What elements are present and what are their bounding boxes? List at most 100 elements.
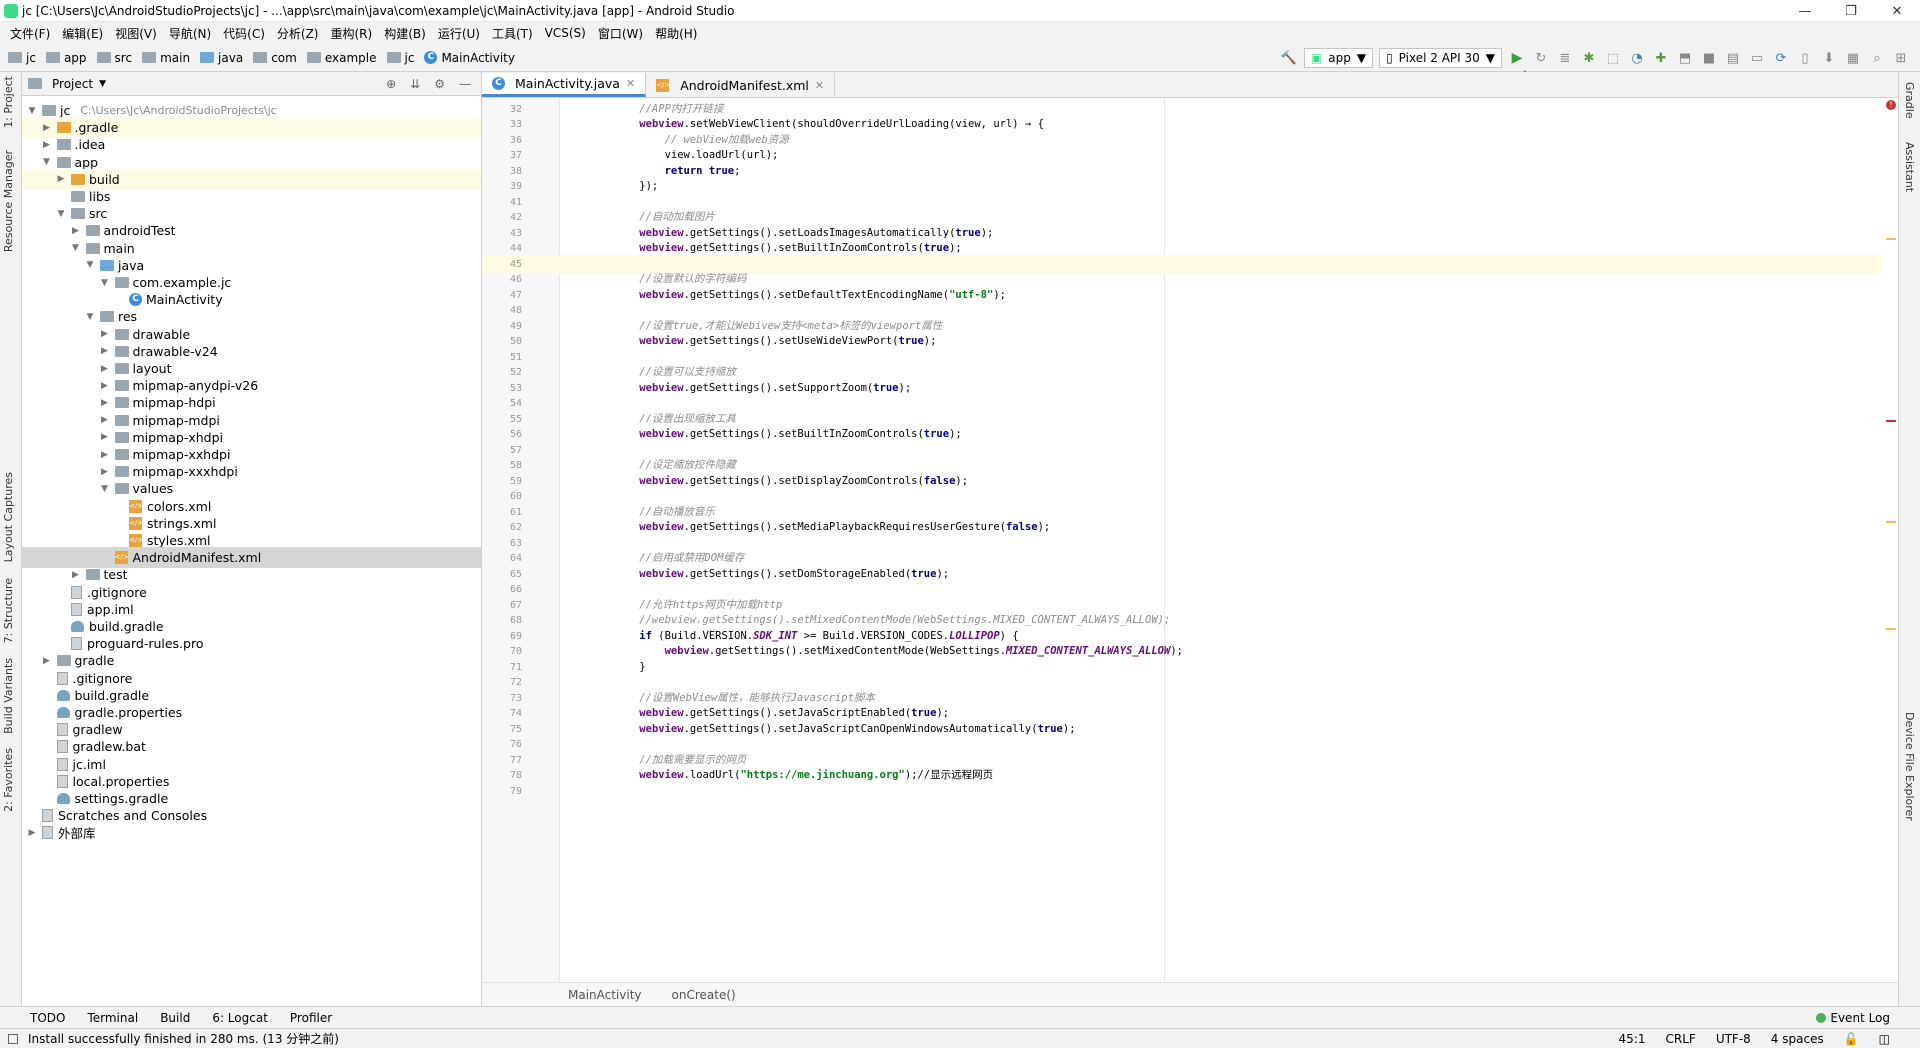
caret-position[interactable]: 45:1 bbox=[1619, 1032, 1646, 1046]
run-icon[interactable]: ▶ bbox=[1508, 49, 1526, 67]
debug-icon[interactable]: ✱ bbox=[1580, 49, 1598, 67]
apply-code-changes-icon[interactable]: ≣ bbox=[1556, 49, 1574, 67]
file-encoding[interactable]: UTF-8 bbox=[1716, 1032, 1751, 1046]
breadcrumb-item[interactable]: main bbox=[142, 51, 190, 65]
resource-manager-icon[interactable]: ▦ bbox=[1844, 49, 1862, 67]
collapsed-arrow-icon[interactable]: ▶ bbox=[99, 432, 111, 442]
expanded-arrow-icon[interactable]: ▼ bbox=[26, 106, 38, 116]
left-tool-tab[interactable]: Build Variants bbox=[2, 658, 15, 734]
event-log-button[interactable]: Event Log bbox=[1816, 1011, 1890, 1025]
expanded-arrow-icon[interactable]: ▼ bbox=[99, 484, 111, 494]
error-marker[interactable] bbox=[1886, 420, 1896, 422]
menu-item[interactable]: 编辑(E) bbox=[56, 25, 109, 42]
bottom-tool-tab[interactable]: 6: Logcat bbox=[212, 1011, 268, 1025]
collapsed-arrow-icon[interactable]: ▶ bbox=[41, 123, 53, 133]
hide-panel-icon[interactable]: — bbox=[459, 77, 471, 91]
breadcrumb-item[interactable]: java bbox=[200, 51, 243, 65]
collapsed-arrow-icon[interactable]: ▶ bbox=[55, 174, 67, 184]
left-tool-tab[interactable]: Resource Manager bbox=[2, 150, 15, 252]
sdk-manager-icon[interactable]: ⬇ bbox=[1820, 49, 1838, 67]
line-separator[interactable]: CRLF bbox=[1666, 1032, 1696, 1046]
breadcrumb-item[interactable]: app bbox=[45, 51, 87, 65]
breadcrumb-item[interactable]: com bbox=[253, 51, 297, 65]
error-indicator-icon[interactable]: ! bbox=[1886, 100, 1896, 110]
left-tool-tab[interactable]: 7: Structure bbox=[2, 578, 15, 643]
collapsed-arrow-icon[interactable]: ▶ bbox=[70, 570, 82, 580]
menu-item[interactable]: 窗口(W) bbox=[592, 25, 649, 42]
attach-debugger-icon[interactable]: ⬚ bbox=[1604, 49, 1622, 67]
code-editor[interactable]: 3132 //APP内打开链接33 webview.setWebViewClie… bbox=[482, 98, 1898, 982]
attach-process-icon[interactable]: ⬒ bbox=[1676, 49, 1694, 67]
breadcrumb-item[interactable]: src bbox=[96, 51, 132, 65]
menu-item[interactable]: VCS(S) bbox=[539, 26, 592, 40]
breadcrumb-item[interactable]: C MainActivity bbox=[424, 51, 515, 65]
editor-tab[interactable]: </> AndroidManifest.xml ✕ bbox=[646, 73, 836, 97]
status-message[interactable]: Install successfully finished in 280 ms.… bbox=[28, 1030, 339, 1047]
bottom-tool-tab[interactable]: Profiler bbox=[290, 1011, 332, 1025]
menu-item[interactable]: 导航(N) bbox=[163, 25, 217, 42]
collapsed-arrow-icon[interactable]: ▶ bbox=[41, 656, 53, 666]
breadcrumb-method[interactable]: onCreate() bbox=[672, 988, 736, 1002]
layout-inspector-icon[interactable]: ▭ bbox=[1748, 49, 1766, 67]
close-window-button[interactable]: ✕ bbox=[1874, 0, 1920, 22]
menu-item[interactable]: 分析(Z) bbox=[271, 25, 325, 42]
tree-item[interactable]: ▶ 外部库 bbox=[22, 822, 481, 843]
menu-item[interactable]: 运行(U) bbox=[432, 25, 486, 42]
collapsed-arrow-icon[interactable]: ▶ bbox=[99, 329, 111, 339]
minimize-button[interactable]: — bbox=[1782, 0, 1828, 22]
hammer-make-icon[interactable]: 🔨 bbox=[1280, 49, 1298, 67]
coverage-icon[interactable]: ✚ bbox=[1652, 49, 1670, 67]
maximize-button[interactable]: ❐ bbox=[1828, 0, 1874, 22]
expanded-arrow-icon[interactable]: ▼ bbox=[70, 243, 82, 253]
avd-manager-icon[interactable]: ▯ bbox=[1796, 49, 1814, 67]
menu-item[interactable]: 帮助(H) bbox=[649, 25, 703, 42]
collapsed-arrow-icon[interactable]: ▶ bbox=[99, 381, 111, 391]
collapsed-arrow-icon[interactable]: ▶ bbox=[70, 226, 82, 236]
collapsed-arrow-icon[interactable]: ▶ bbox=[99, 398, 111, 408]
warning-marker[interactable] bbox=[1886, 628, 1896, 630]
lock-icon[interactable]: 🔓 bbox=[1844, 1032, 1859, 1046]
bottom-tool-tab[interactable]: Terminal bbox=[87, 1011, 138, 1025]
menu-item[interactable]: 工具(T) bbox=[486, 25, 539, 42]
collapsed-arrow-icon[interactable]: ▶ bbox=[99, 450, 111, 460]
menu-item[interactable]: 视图(V) bbox=[109, 25, 163, 42]
menu-item[interactable]: 文件(F) bbox=[4, 25, 56, 42]
collapse-all-icon[interactable]: ⇊ bbox=[410, 77, 420, 91]
bottom-tool-tab[interactable]: Build bbox=[160, 1011, 190, 1025]
close-tab-icon[interactable]: ✕ bbox=[626, 77, 635, 90]
collapsed-arrow-icon[interactable]: ▶ bbox=[26, 828, 38, 838]
breadcrumb-item[interactable]: jc bbox=[386, 51, 414, 65]
collapsed-arrow-icon[interactable]: ▶ bbox=[99, 415, 111, 425]
project-structure-icon[interactable]: ▤ bbox=[1724, 49, 1742, 67]
menu-item[interactable]: 重构(R) bbox=[325, 25, 379, 42]
sync-gradle-icon[interactable]: ⟳ bbox=[1772, 49, 1790, 67]
expanded-arrow-icon[interactable]: ▼ bbox=[99, 278, 111, 288]
right-tool-tab[interactable]: Device File Explorer bbox=[1903, 712, 1916, 821]
menu-item[interactable]: 代码(C) bbox=[217, 25, 271, 42]
breadcrumb-item[interactable]: example bbox=[306, 51, 377, 65]
code-line[interactable]: 79 bbox=[482, 782, 1882, 801]
breadcrumb-item[interactable]: jc bbox=[8, 51, 36, 65]
expanded-arrow-icon[interactable]: ▼ bbox=[55, 209, 67, 219]
search-icon[interactable]: ⌕ bbox=[1868, 49, 1886, 67]
project-view-selector[interactable]: Project bbox=[52, 77, 93, 91]
profile-icon[interactable]: ◔ bbox=[1628, 49, 1646, 67]
chevron-down-icon[interactable]: ▼ bbox=[99, 79, 106, 89]
collapsed-arrow-icon[interactable]: ▶ bbox=[41, 140, 53, 150]
apply-changes-icon[interactable]: ↻ bbox=[1532, 49, 1550, 67]
close-tab-icon[interactable]: ✕ bbox=[815, 79, 824, 92]
locate-icon[interactable]: ⊕ bbox=[386, 77, 396, 91]
stop-icon[interactable]: ■ bbox=[1700, 49, 1718, 67]
error-stripe[interactable]: ! bbox=[1884, 98, 1898, 982]
warning-marker[interactable] bbox=[1886, 238, 1896, 240]
menu-item[interactable]: 构建(B) bbox=[378, 25, 432, 42]
run-config-select[interactable]: ▣ app ▼ bbox=[1303, 48, 1374, 68]
status-toggle-icon[interactable] bbox=[8, 1033, 18, 1044]
left-tool-tab[interactable]: Layout Captures bbox=[2, 472, 15, 562]
indent-setting[interactable]: 4 spaces bbox=[1771, 1032, 1824, 1046]
editor-tab[interactable]: C MainActivity.java ✕ bbox=[482, 73, 647, 97]
collapsed-arrow-icon[interactable]: ▶ bbox=[99, 346, 111, 356]
device-select[interactable]: ▯ Pixel 2 API 30 ▼ bbox=[1379, 48, 1502, 68]
right-tool-tab[interactable]: Gradle bbox=[1903, 82, 1916, 119]
gear-icon[interactable]: ⚙ bbox=[434, 77, 445, 91]
